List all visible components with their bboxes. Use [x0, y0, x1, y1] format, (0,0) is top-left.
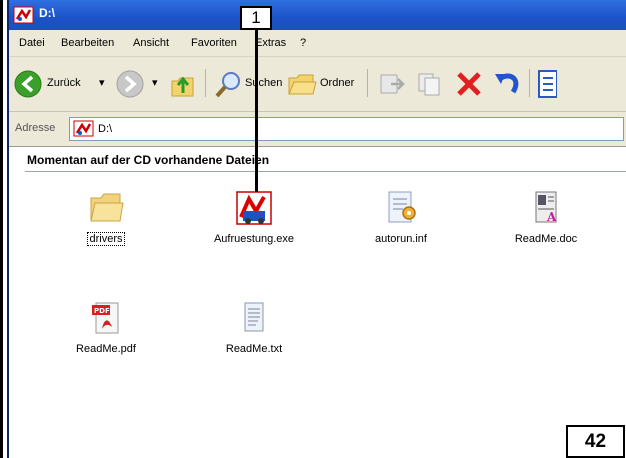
title-bar[interactable]: D:\: [9, 0, 626, 30]
file-item-autorun-inf[interactable]: autorun.inf: [346, 189, 456, 246]
forward-arrow-icon[interactable]: [115, 69, 145, 99]
group-header-divider: [25, 171, 626, 172]
window-title: D:\: [39, 6, 55, 20]
folders-button-label[interactable]: Ordner: [320, 77, 354, 89]
menu-file[interactable]: Datei: [19, 37, 45, 49]
callout-pointer-line: [255, 30, 258, 192]
frame-left-border: [0, 0, 3, 458]
upgrade-exe-icon: [236, 191, 272, 225]
address-label: Adresse: [15, 122, 56, 134]
address-bar: Adresse D:\: [9, 112, 626, 148]
file-name: drivers: [87, 232, 125, 246]
file-name: autorun.inf: [375, 233, 427, 245]
address-field[interactable]: D:\: [69, 117, 624, 141]
file-list-pane: Momentan auf der CD vorhandene Dateien d…: [9, 147, 626, 458]
toolbar-separator: [205, 69, 206, 97]
file-item-drivers[interactable]: drivers: [51, 189, 161, 246]
toolbar-separator: [529, 69, 530, 97]
forward-dropdown-icon[interactable]: ▾: [152, 76, 158, 89]
group-header: Momentan auf der CD vorhandene Dateien: [27, 153, 270, 167]
folders-icon[interactable]: [287, 70, 317, 98]
file-item-readme-txt[interactable]: ReadMe.txt: [199, 299, 309, 356]
menu-help[interactable]: ?: [300, 37, 306, 49]
svg-text:A: A: [546, 210, 557, 224]
word-document-icon: A: [535, 191, 557, 224]
screenshot-frame: D:\ Datei Bearbeiten Ansicht Favoriten E…: [0, 0, 626, 458]
back-arrow-icon[interactable]: [13, 69, 43, 99]
explorer-window: D:\ Datei Bearbeiten Ansicht Favoriten E…: [7, 0, 626, 458]
file-name: ReadMe.pdf: [76, 343, 136, 355]
file-item-aufruestung-exe[interactable]: Aufruestung.exe: [199, 189, 309, 246]
back-dropdown-icon[interactable]: ▾: [99, 76, 105, 89]
text-file-icon: [244, 302, 264, 332]
standard-toolbar: Zurück ▾ ▾ Suchen Ordner: [9, 57, 626, 112]
search-icon[interactable]: [213, 69, 243, 99]
undo-icon[interactable]: [493, 70, 523, 98]
file-name: ReadMe.doc: [514, 233, 578, 245]
delete-icon[interactable]: [455, 70, 483, 98]
search-button-label[interactable]: Suchen: [245, 77, 282, 89]
file-item-readme-doc[interactable]: A ReadMe.doc: [491, 189, 601, 246]
svg-text:PDF: PDF: [94, 307, 110, 315]
cd-drive-icon: [13, 6, 34, 24]
views-icon[interactable]: [537, 69, 557, 99]
folder-icon: [90, 193, 124, 222]
move-to-icon[interactable]: [377, 70, 407, 98]
file-name: ReadMe.txt: [225, 343, 283, 355]
menu-extras[interactable]: Extras: [255, 37, 286, 49]
pdf-file-icon: PDF: [92, 302, 119, 334]
up-folder-icon[interactable]: [169, 69, 197, 99]
menu-view[interactable]: Ansicht: [133, 37, 169, 49]
settings-file-icon: [388, 191, 416, 223]
file-name: Aufruestung.exe: [213, 233, 295, 245]
toolbar-separator: [367, 69, 368, 97]
menu-bar: Datei Bearbeiten Ansicht Favoriten Extra…: [9, 30, 626, 57]
menu-edit[interactable]: Bearbeiten: [61, 37, 114, 49]
file-item-readme-pdf[interactable]: PDF ReadMe.pdf: [51, 299, 161, 356]
page-number-box: 42: [566, 425, 625, 458]
back-button-label[interactable]: Zurück: [47, 77, 81, 89]
copy-to-icon[interactable]: [415, 70, 445, 98]
callout-number-box: 1: [240, 6, 272, 30]
address-value: D:\: [98, 123, 113, 135]
menu-favorites[interactable]: Favoriten: [191, 37, 237, 49]
cd-drive-icon: [73, 120, 94, 137]
